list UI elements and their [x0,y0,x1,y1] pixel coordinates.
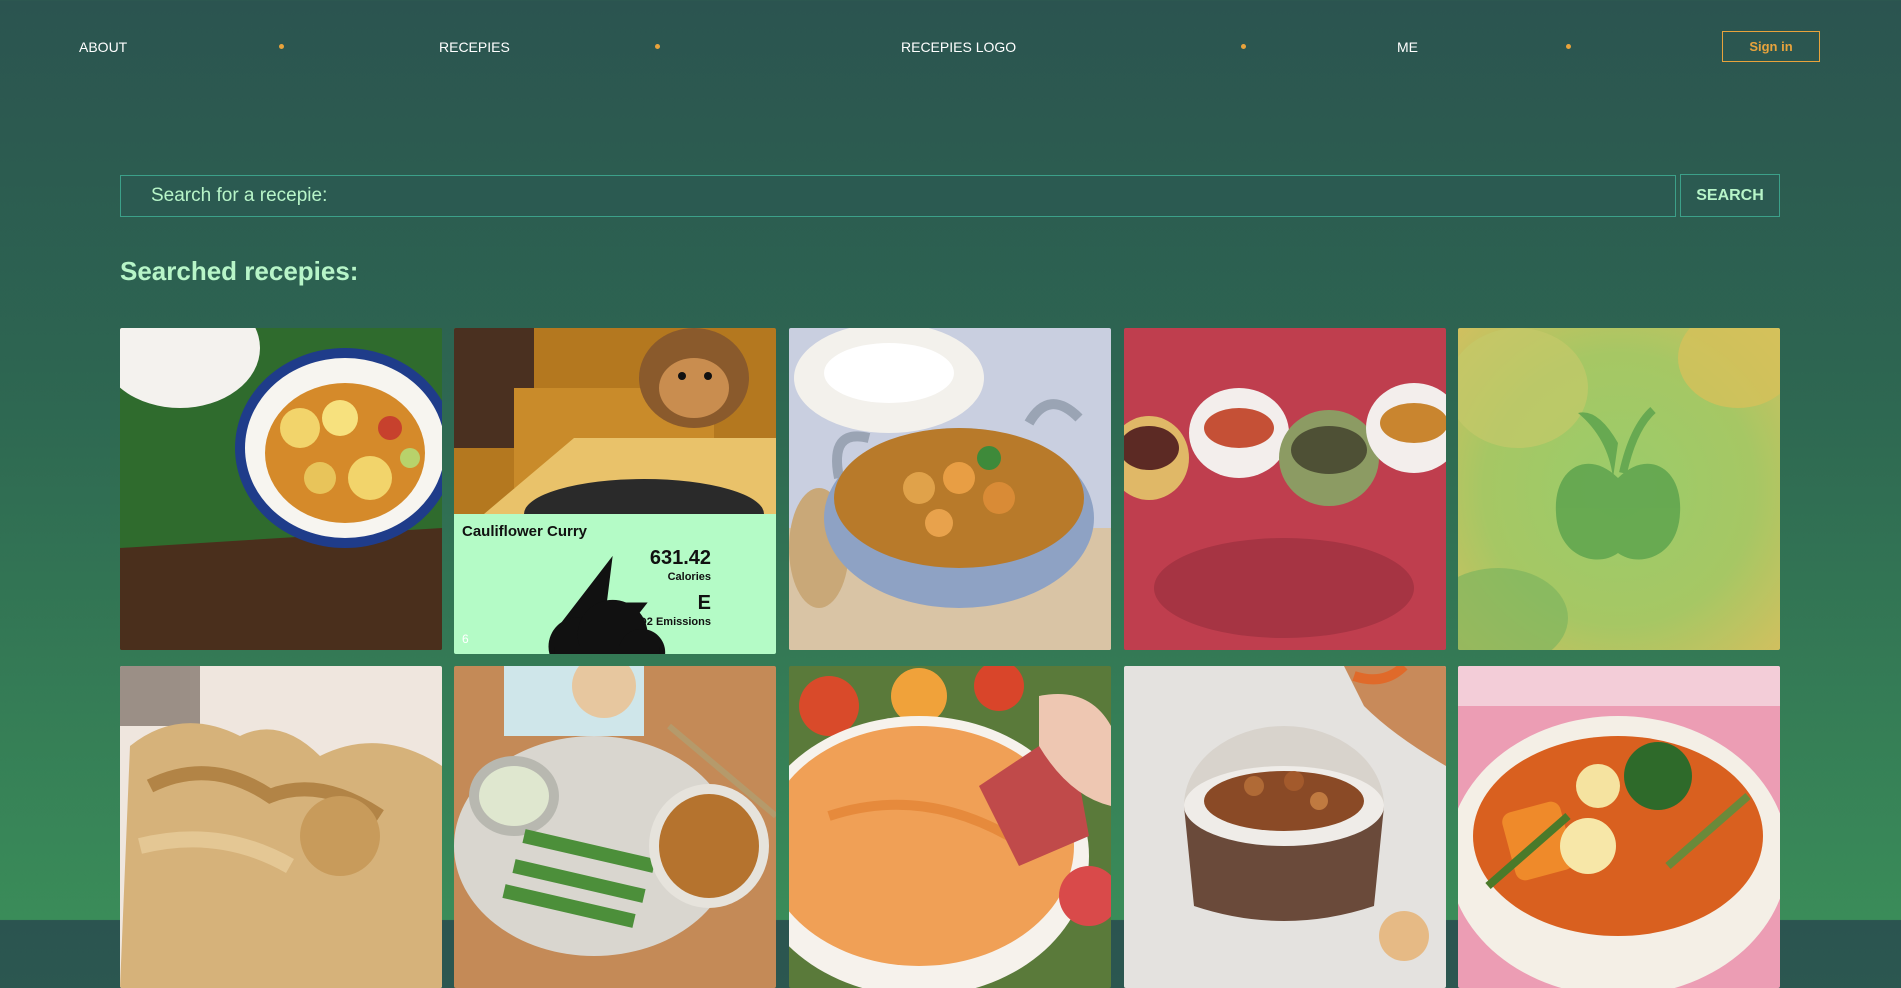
recipe-info-panel: Cauliflower Curry 631.42 Calories E CO2 … [454,514,776,654]
recipe-card[interactable] [454,666,776,988]
recipe-image [454,328,776,514]
recipe-image [1458,666,1780,988]
recipe-image [1124,328,1446,650]
recipe-card[interactable] [1124,328,1446,650]
recipe-image [1458,328,1780,650]
search-input[interactable] [120,175,1676,217]
nav-separator-dot [655,44,660,49]
recipe-image [789,328,1111,650]
recipe-image [1124,666,1446,988]
recipe-card[interactable] [120,666,442,988]
results-heading: Searched recepies: [120,256,359,286]
recipe-card[interactable] [120,328,442,650]
recipe-image [120,328,442,650]
nav-separator-dot [1566,44,1571,49]
recipe-image [789,666,1111,988]
top-navigation: ABOUT RECEPIES RECEPIES LOGO ME Sign in [0,0,1901,95]
nav-logo[interactable]: RECEPIES LOGO [901,39,1016,55]
recipe-card[interactable] [1458,666,1780,988]
search-button[interactable]: SEARCH [1680,174,1780,217]
recipe-rank: 6 [462,632,469,646]
recipe-card[interactable] [1458,328,1780,650]
nav-about-link[interactable]: ABOUT [79,39,127,55]
recipe-image [120,666,442,988]
recipe-image [454,666,776,988]
recipe-card[interactable] [789,328,1111,650]
nav-me-link[interactable]: ME [1397,39,1418,55]
recipe-card[interactable] [789,666,1111,988]
nav-separator-dot [1241,44,1246,49]
sign-in-button[interactable]: Sign in [1722,31,1820,62]
cloud-emission-icon [548,599,666,654]
recipe-card-featured[interactable]: Cauliflower Curry 631.42 Calories E CO2 … [454,328,776,654]
recipe-title: Cauliflower Curry [462,523,588,540]
recipe-card[interactable] [1124,666,1446,988]
nav-recipes-link[interactable]: RECEPIES [439,39,510,55]
nav-separator-dot [279,44,284,49]
